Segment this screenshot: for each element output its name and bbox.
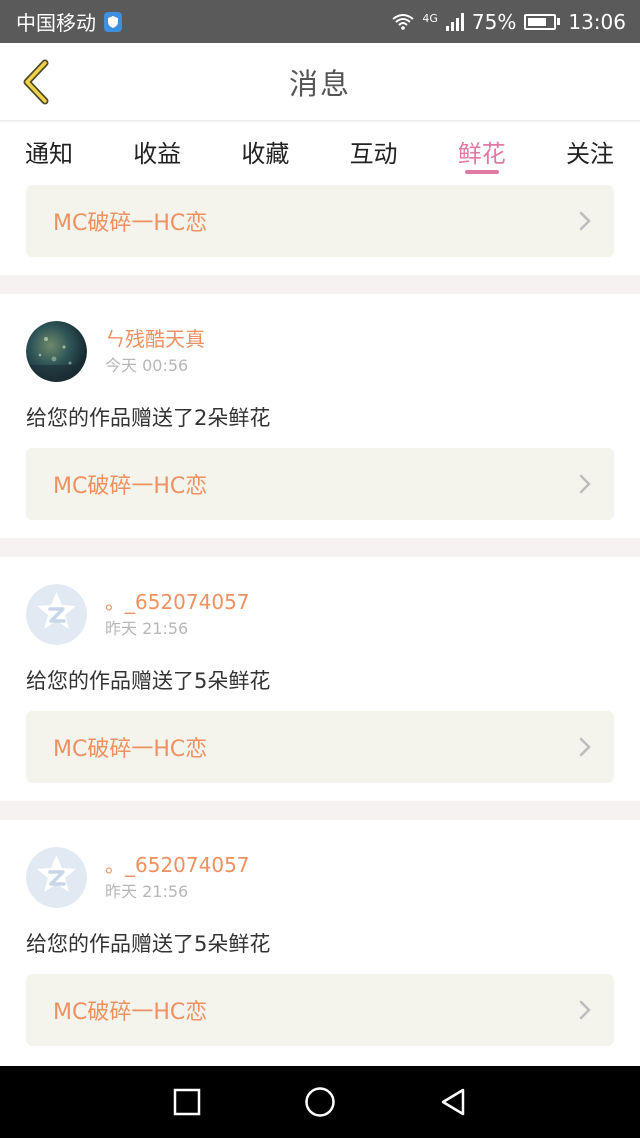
user-info: 。_652074057 昨天 21:56 [105,852,250,903]
home-button[interactable] [292,1074,348,1130]
user-name[interactable]: 。_652074057 [105,852,250,878]
circle-icon [305,1087,335,1117]
triangle-back-icon [442,1088,465,1116]
user-row: ㄣ残酷天真 今天 00:56 [26,321,614,382]
app-header: 消息 [0,43,640,121]
post-time: 今天 00:56 [105,356,189,375]
status-left: 中国移动 [16,7,122,36]
user-row: 。_652074057 昨天 21:56 [26,847,614,908]
chevron-right-icon [579,211,591,231]
user-info: 。_652074057 昨天 21:56 [105,589,250,640]
work-link[interactable]: MC破碎一HC恋 [26,185,614,257]
recent-apps-button[interactable] [159,1074,215,1130]
signal-icon [445,12,464,31]
page-title: 消息 [288,66,351,101]
work-link[interactable]: MC破碎一HC恋 [26,711,614,783]
chevron-right-icon [579,737,591,757]
battery-icon [524,13,561,30]
user-row: 。_652074057 昨天 21:56 [26,584,614,645]
work-title: MC破碎一HC恋 [53,1000,208,1025]
active-tab-indicator [464,170,499,174]
work-link[interactable]: MC破碎一HC恋 [26,974,614,1046]
tab-follows[interactable]: 关注 [566,122,614,178]
tab-earnings[interactable]: 收益 [133,122,181,178]
user-info: ㄣ残酷天真 今天 00:56 [105,326,205,377]
tab-interactions[interactable]: 互动 [350,122,398,178]
message-card: 。_652074057 昨天 21:56 给您的作品赠送了5朵鲜花 MC破碎一H… [0,820,640,1080]
message-feed: MC破碎一HC恋 ㄣ残酷天真 今天 00:56 给您的作品赠送了2朵鲜花 MC破… [0,178,640,1080]
work-title: MC破碎一HC恋 [53,737,208,762]
wifi-icon [392,13,414,30]
chevron-right-icon [579,474,591,494]
post-time: 昨天 21:56 [105,882,189,901]
network-type: 4G [422,11,438,25]
message-text: 给您的作品赠送了5朵鲜花 [26,669,271,693]
message-card: 。_652074057 昨天 21:56 给您的作品赠送了5朵鲜花 MC破碎一H… [0,557,640,801]
default-avatar-icon[interactable] [26,847,87,908]
avatar[interactable] [26,321,87,382]
shield-icon [104,11,122,32]
tab-flowers[interactable]: 鲜花 [458,122,506,178]
post-time: 昨天 21:56 [105,619,189,638]
message-card: ㄣ残酷天真 今天 00:56 给您的作品赠送了2朵鲜花 MC破碎一HC恋 [0,294,640,538]
user-name[interactable]: 。_652074057 [105,589,250,615]
system-nav-bar [0,1066,640,1138]
work-title: MC破碎一HC恋 [53,474,208,499]
clock: 13:06 [568,9,626,34]
chevron-left-icon [23,59,49,105]
user-name[interactable]: ㄣ残酷天真 [105,326,205,352]
default-avatar-icon[interactable] [26,584,87,645]
tab-favorites[interactable]: 收藏 [241,122,289,178]
chevron-right-icon [579,1000,591,1020]
back-button[interactable] [14,57,58,107]
carrier-name: 中国移动 [16,11,96,35]
tab-notifications[interactable]: 通知 [25,122,73,178]
work-title: MC破碎一HC恋 [53,211,208,236]
battery-percent: 75% [471,9,517,34]
work-link[interactable]: MC破碎一HC恋 [26,448,614,520]
message-text: 给您的作品赠送了2朵鲜花 [26,406,271,430]
message-card: MC破碎一HC恋 [0,178,640,275]
app-screen: 中国移动 4G 75% 13:06 消息 通知 收益 收藏 互动 鲜花 关注 M… [0,0,640,1138]
tab-bar: 通知 收益 收藏 互动 鲜花 关注 [0,122,640,178]
message-text: 给您的作品赠送了5朵鲜花 [26,932,271,956]
status-right: 4G 75% 13:06 [392,10,626,34]
status-bar: 中国移动 4G 75% 13:06 [0,0,640,43]
square-icon [173,1088,200,1116]
back-nav-button[interactable] [425,1074,481,1130]
